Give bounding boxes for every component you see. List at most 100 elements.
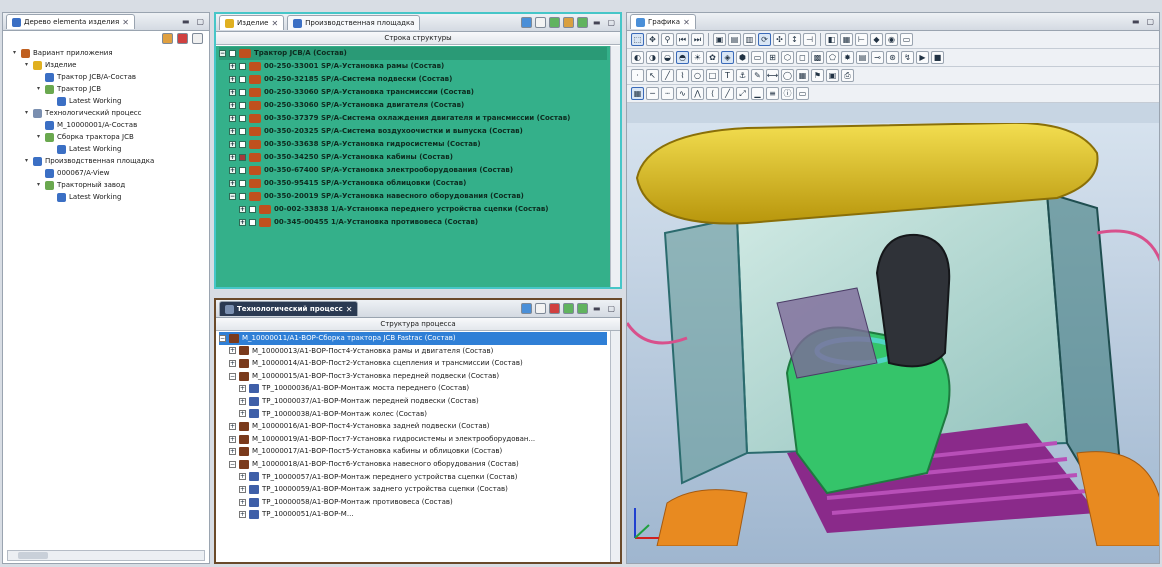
tab-graphics[interactable]: Графика ✕: [630, 14, 696, 29]
expander-icon[interactable]: +: [229, 115, 236, 122]
expander-icon[interactable]: +: [239, 410, 246, 418]
rect-icon[interactable]: □: [706, 69, 719, 82]
maximize-icon[interactable]: ▢: [1144, 17, 1156, 26]
process-row[interactable]: + TP_10000058/A1-ВОР-Монтаж противовеса (…: [219, 496, 607, 509]
structure-row[interactable]: +00-250-33060 SP/A-Установка двигателя (…: [219, 99, 607, 112]
note-icon[interactable]: ✎: [751, 69, 764, 82]
minimize-icon[interactable]: ▬: [1130, 17, 1142, 26]
vertical-scrollbar[interactable]: [610, 46, 620, 287]
point-icon[interactable]: ·: [631, 69, 644, 82]
save-view-icon[interactable]: ▣: [826, 69, 839, 82]
process-column-header[interactable]: Структура процесса: [216, 318, 620, 331]
collision-icon[interactable]: ⊛: [886, 51, 899, 64]
sync-icon[interactable]: [520, 17, 532, 28]
process-row[interactable]: + TP_10000038/A1-ВОР-Монтаж колес (Состав…: [219, 408, 607, 421]
flag-icon[interactable]: [548, 303, 560, 314]
pin-icon[interactable]: [162, 33, 173, 44]
print-icon[interactable]: ⎙: [841, 69, 854, 82]
process-row[interactable]: − M_10000015/A1-ВОР-Пост3-Установка перед…: [219, 370, 607, 383]
pan-tool-icon[interactable]: ✥: [646, 33, 659, 46]
tree-node[interactable]: ▾ Вариант приложения: [7, 47, 205, 59]
zoom-fit-icon[interactable]: ▣: [713, 33, 726, 46]
layers-icon[interactable]: ▦: [840, 33, 853, 46]
sync-icon[interactable]: [520, 303, 532, 314]
maximize-icon[interactable]: ▢: [605, 304, 617, 313]
visibility-checkbox[interactable]: [239, 167, 246, 174]
tree-node[interactable]: M_10000001/A-Состав: [7, 119, 205, 131]
process-row[interactable]: − M_10000018/A1-ВОР-Пост6-Установка навес…: [219, 458, 607, 471]
visibility-checkbox[interactable]: [239, 89, 246, 96]
zigzag-icon[interactable]: ⋀: [691, 87, 704, 100]
last-frame-icon[interactable]: ⏭: [691, 33, 704, 46]
rotate-icon[interactable]: ⟳: [758, 33, 771, 46]
view-icon[interactable]: [576, 303, 588, 314]
expand-arrow-icon[interactable]: ▾: [11, 47, 18, 59]
menu-icon[interactable]: [192, 33, 203, 44]
monitor-icon[interactable]: ▭: [751, 51, 764, 64]
tree-node[interactable]: ▾ Технологический процесс: [7, 107, 205, 119]
tree-node[interactable]: Latest Working: [7, 95, 205, 107]
stop-icon[interactable]: ■: [931, 51, 944, 64]
close-icon[interactable]: ✕: [683, 18, 690, 27]
config-icon[interactable]: [534, 303, 546, 314]
structure-row[interactable]: +00-350-20325 SP/A-Система воздухоочистк…: [219, 125, 607, 138]
vertical-scrollbar[interactable]: [610, 331, 620, 562]
process-row[interactable]: + M_10000016/A1-ВОР-Пост4-Установка задне…: [219, 420, 607, 433]
visibility-checkbox[interactable]: [249, 206, 256, 213]
first-frame-icon[interactable]: ⏮: [676, 33, 689, 46]
view-back-icon[interactable]: ◑: [646, 51, 659, 64]
bars-icon[interactable]: ≡: [766, 87, 779, 100]
structure-row[interactable]: +00-350-33638 SP/A-Установка гидросистем…: [219, 138, 607, 151]
close-icon[interactable]: ✕: [122, 18, 129, 27]
structure-row[interactable]: +00-250-33001 SP/A-Установка рамы (Соста…: [219, 60, 607, 73]
maximize-icon[interactable]: ▢: [605, 18, 617, 27]
expand-arrow-icon[interactable]: ▾: [23, 107, 30, 119]
arrow-icon[interactable]: ↖: [646, 69, 659, 82]
cab-3d-model[interactable]: [627, 121, 1160, 547]
tree-node[interactable]: ▾ Трактор JCB: [7, 83, 205, 95]
expander-icon[interactable]: +: [229, 76, 236, 83]
info-icon[interactable]: ⓘ: [781, 87, 794, 100]
structure-row[interactable]: +00-350-37379 SP/A-Система охлаждения дв…: [219, 112, 607, 125]
expander-icon[interactable]: −: [229, 372, 236, 380]
structure-row[interactable]: − 00-350-20019 SP/A-Установка навесного о…: [219, 190, 607, 203]
process-row[interactable]: + TP_10000059/A1-ВОР-Монтаж заднего устро…: [219, 483, 607, 496]
process-row[interactable]: + TP_10000036/A1-ВОР-Монтаж моста передне…: [219, 382, 607, 395]
expand-arrow-icon[interactable]: ▾: [23, 155, 30, 167]
view-left-icon[interactable]: ◒: [661, 51, 674, 64]
tab-tech-process[interactable]: Технологический процесс ✕: [219, 301, 359, 316]
visibility-checkbox[interactable]: [239, 128, 246, 135]
process-row[interactable]: + TP_10000037/A1-ВОР-Монтаж передней подв…: [219, 395, 607, 408]
minimize-icon[interactable]: ▬: [591, 18, 603, 27]
expander-icon[interactable]: +: [229, 102, 236, 109]
shade-icon[interactable]: ▩: [811, 51, 824, 64]
structure-row[interactable]: +00-350-67400 SP/A-Установка электрообор…: [219, 164, 607, 177]
grid-icon[interactable]: ⊞: [766, 51, 779, 64]
visibility-checkbox[interactable]: [239, 76, 246, 83]
view-front-icon[interactable]: ◐: [631, 51, 644, 64]
underline-icon[interactable]: ▁: [751, 87, 764, 100]
lock-icon[interactable]: ▤: [856, 51, 869, 64]
close-icon[interactable]: ✕: [346, 305, 353, 314]
hline-icon[interactable]: ─: [646, 87, 659, 100]
tree-node[interactable]: Трактор JCB/A-Состав: [7, 71, 205, 83]
horizontal-scrollbar[interactable]: [7, 550, 205, 561]
expander-icon[interactable]: +: [229, 359, 236, 367]
hidden-icon[interactable]: ◻: [796, 51, 809, 64]
window-small-icon[interactable]: ▭: [796, 87, 809, 100]
walk-tool-icon[interactable]: ⚲: [661, 33, 674, 46]
visibility-checkbox[interactable]: [239, 102, 246, 109]
expander-icon[interactable]: −: [229, 460, 236, 468]
minimize-icon[interactable]: ▬: [591, 304, 603, 313]
expander-icon[interactable]: +: [239, 219, 246, 226]
expander-icon[interactable]: −: [229, 193, 236, 200]
structure-row[interactable]: − Трактор JCB/A (Состав): [219, 47, 607, 60]
visibility-checkbox[interactable]: [239, 115, 246, 122]
visibility-checkbox[interactable]: [239, 180, 246, 187]
expander-icon[interactable]: +: [239, 498, 246, 506]
explode-icon[interactable]: ✸: [841, 51, 854, 64]
flag-icon[interactable]: ⚑: [811, 69, 824, 82]
slash-icon[interactable]: ╱: [721, 87, 734, 100]
view-icon[interactable]: [576, 17, 588, 28]
minimize-icon[interactable]: ▬: [180, 17, 192, 26]
